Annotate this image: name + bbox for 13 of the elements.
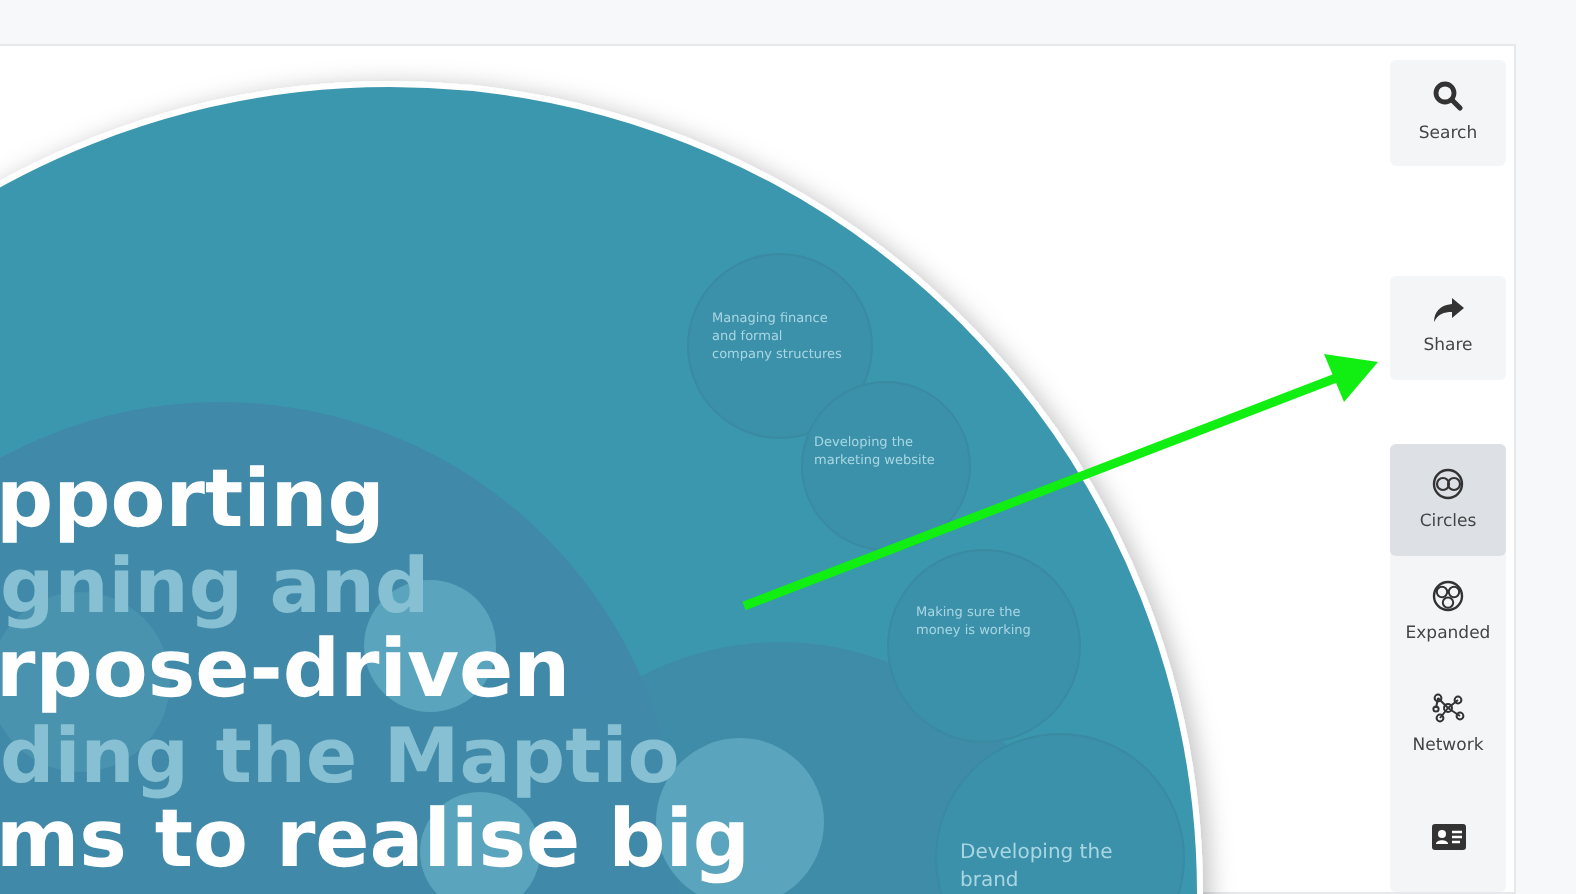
circle-label: ding the Maptio <box>0 712 680 800</box>
circle-label: Developing the brand <box>960 842 1113 892</box>
search-button[interactable]: Search <box>1390 60 1506 165</box>
map-title: pporting <box>0 454 385 546</box>
share-button[interactable]: Share <box>1390 275 1506 380</box>
network-icon <box>1431 692 1465 724</box>
expanded-circles-icon <box>1432 580 1464 612</box>
circle-label: gning and <box>0 542 430 630</box>
search-icon <box>1432 80 1464 113</box>
share-arrow-icon <box>1433 298 1463 325</box>
view-tab[interactable]: Circles <box>1390 444 1506 556</box>
id-card-icon <box>1431 823 1465 849</box>
circles-icon <box>1432 468 1464 500</box>
